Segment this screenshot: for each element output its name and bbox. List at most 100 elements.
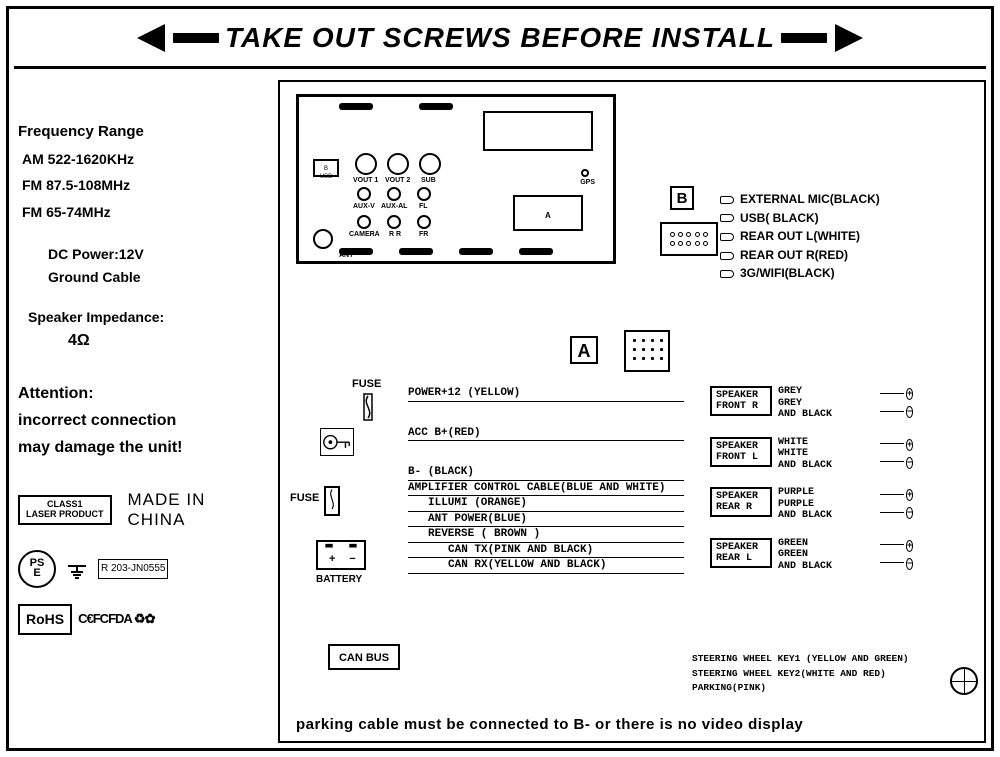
arrow-left-icon: [137, 24, 165, 52]
rca-vout2: [387, 153, 409, 175]
rca-plug-icon: [720, 252, 734, 260]
parking-cable-note: parking cable must be connected to B- or…: [296, 716, 974, 733]
label-auxal: AUX-AL: [381, 203, 407, 210]
fuse-symbol-icon: [358, 392, 378, 422]
plus-icon: +: [906, 489, 913, 501]
rca-auxv: [357, 187, 371, 201]
connb-usb: USB( BLACK): [740, 211, 819, 225]
minus-icon: −: [906, 406, 913, 418]
steering-key2: STEERING WHEEL KEY2(WHITE AND RED): [692, 667, 972, 681]
made-in-a: MADE IN: [128, 490, 206, 510]
rca-fl: [417, 187, 431, 201]
spk-c1: GREEN: [778, 538, 874, 550]
speaker-rear-r: SPEAKERREAR R PURPLEPURPLEAND BLACK +−: [710, 487, 972, 522]
rca-fr: [417, 215, 431, 229]
speaker-rear-l: SPEAKERREAR L GREENGREENAND BLACK +−: [710, 538, 972, 573]
main-wire-list: POWER+12 (YELLOW) ACC B+(RED) B- (BLACK)…: [408, 386, 684, 574]
wire-illumi: ILLUMI (ORANGE): [408, 496, 684, 512]
pse-mark-icon: PS E: [18, 550, 56, 588]
label-rr: R R: [389, 231, 401, 238]
ground-symbol-icon: [66, 560, 88, 578]
label-auxv: AUX-V: [353, 203, 375, 210]
mount-slot-icon: [399, 248, 433, 255]
spk-c2: WHITE: [778, 448, 874, 460]
wire-antpower: ANT POWER(BLUE): [408, 512, 684, 528]
label-a: A: [545, 211, 551, 220]
rca-plug-icon: [720, 270, 734, 278]
speaker-impedance-title: Speaker Impedance:: [18, 306, 268, 328]
telec-mark: R 203-JN0555: [98, 559, 168, 579]
plus-icon: +: [906, 439, 913, 451]
wiring-diagram-box: BUSB VOUT 1 VOUT 2 SUB AUX-V AUX-AL FL C…: [278, 80, 986, 743]
steering-wheel-icon: [950, 667, 978, 695]
steering-parking-labels: STEERING WHEEL KEY1 (YELLOW AND GREEN) S…: [692, 652, 972, 695]
ignition-key-icon: [320, 428, 354, 456]
spk-c3: AND BLACK: [778, 460, 874, 472]
rca-plug-icon: [720, 214, 734, 222]
spk-c1: WHITE: [778, 437, 874, 449]
spk-c3: AND BLACK: [778, 510, 874, 522]
ant-port: [313, 229, 333, 249]
speaker-front-l: SPEAKERFRONT L WHITEWHITEAND BLACK +−: [710, 437, 972, 472]
spk-box-a: SPEAKER: [716, 491, 766, 502]
wire-acc: ACC B+(RED): [408, 426, 684, 442]
header-banner: TAKE OUT SCREWS BEFORE INSTALL: [14, 14, 986, 62]
minus-icon: −: [906, 507, 913, 519]
label-ant: ANT: [339, 252, 353, 259]
arrow-right-icon: [835, 24, 863, 52]
spk-c2: GREY: [778, 398, 874, 410]
connector-b-pins-icon: [668, 230, 710, 248]
wire-cantx: CAN TX(PINK AND BLACK): [408, 543, 684, 559]
spk-c1: PURPLE: [778, 487, 874, 499]
connb-rear-l: REAR OUT L(WHITE): [740, 229, 860, 243]
spk-box-a: SPEAKER: [716, 441, 766, 452]
arrow-bar-right: [781, 33, 827, 43]
label-fl: FL: [419, 203, 428, 210]
spk-c3: AND BLACK: [778, 409, 874, 421]
spec-am: AM 522-1620KHz: [18, 148, 268, 170]
rohs-badge: RoHS: [18, 604, 72, 634]
pse-b: E: [33, 569, 40, 579]
freq-range-title: Frequency Range: [18, 120, 268, 144]
rca-camera: [357, 215, 371, 229]
spec-fm2: FM 65-74MHz: [18, 201, 268, 223]
wire-bminus: B- (BLACK): [408, 465, 684, 481]
spec-ground-cable: Ground Cable: [18, 266, 268, 288]
can-bus-box: CAN BUS: [328, 644, 400, 670]
rca-auxal: [387, 187, 401, 201]
left-spec-panel: Frequency Range AM 522-1620KHz FM 87.5-1…: [18, 80, 268, 635]
battery-label: BATTERY: [316, 574, 362, 585]
gps-port: [581, 169, 589, 177]
spec-fm1: FM 87.5-108MHz: [18, 174, 268, 196]
plus-icon: +: [906, 540, 913, 552]
rca-sub: [419, 153, 441, 175]
rca-rr: [387, 215, 401, 229]
connector-a-label: A: [570, 336, 598, 364]
cert-row-3: RoHS C€FCFDA ♻✿: [18, 604, 268, 634]
mount-slot-icon: [519, 248, 553, 255]
battery-icon: +−: [316, 540, 366, 570]
spec-dc-power: DC Power:12V: [18, 243, 268, 265]
made-in-b: CHINA: [128, 510, 206, 530]
spk-c2: GREEN: [778, 549, 874, 561]
mount-slot-icon: [459, 248, 493, 255]
wire-amp: AMPLIFIER CONTROL CABLE(BLUE AND WHITE): [408, 481, 684, 497]
ce-fc-fda-badges: C€FCFDA ♻✿: [78, 609, 154, 630]
mount-slot-icon: [339, 103, 373, 110]
made-in-label: MADE IN CHINA: [128, 490, 206, 531]
label-vout2: VOUT 2: [385, 177, 410, 184]
connector-a-plug-icon: [624, 330, 670, 372]
label-vout1: VOUT 1: [353, 177, 378, 184]
usb-port-b: BUSB: [313, 159, 339, 177]
label-sub: SUB: [421, 177, 436, 184]
spk-c1: GREY: [778, 386, 874, 398]
header-title: TAKE OUT SCREWS BEFORE INSTALL: [219, 22, 781, 54]
rca-plug-icon: [720, 233, 734, 241]
steering-key1: STEERING WHEEL KEY1 (YELLOW AND GREEN): [692, 652, 972, 666]
main-connector-a: A: [513, 195, 583, 231]
label-gps: GPS: [580, 179, 595, 186]
attention-block: Attention: incorrect connection may dama…: [18, 380, 268, 462]
speaker-wiring-list: SPEAKERFRONT R GREYGREYAND BLACK +− SPEA…: [710, 386, 972, 588]
fuse-box-icon: [324, 486, 340, 516]
display-outline: [483, 111, 593, 151]
